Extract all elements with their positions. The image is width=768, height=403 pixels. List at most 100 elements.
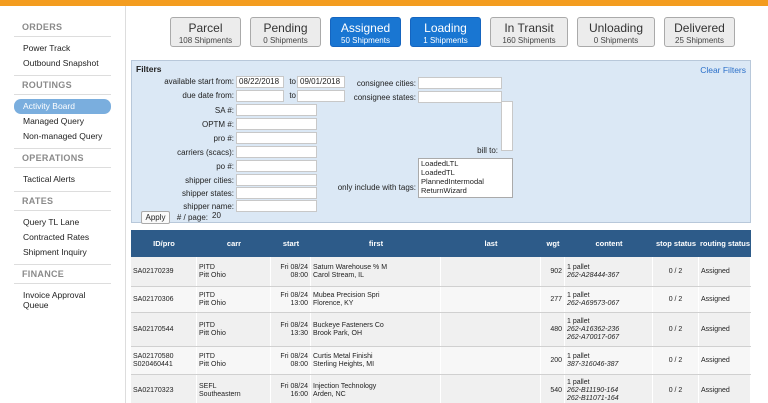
consignee-cities-field[interactable] — [418, 77, 502, 89]
tab-pending[interactable]: Pending 0 Shipments — [250, 17, 321, 47]
cell-first: Mubea Precision Spri Florence, KY — [311, 287, 441, 312]
col-header-first[interactable]: first — [311, 230, 441, 257]
apply-button[interactable]: Apply — [141, 211, 170, 224]
tab-assigned[interactable]: Assigned 50 Shipments — [330, 17, 401, 47]
cell-last — [441, 257, 541, 286]
content-part: 262-B11190-164 — [567, 386, 619, 394]
tags-select[interactable]: LoadedLTL LoadedTL PlannedIntermodal Ret… — [418, 158, 513, 198]
sidebar-item-shipment-inquiry[interactable]: Shipment Inquiry — [14, 245, 111, 260]
sidebar-item-outbound-snapshot[interactable]: Outbound Snapshot — [14, 56, 111, 71]
col-header-id[interactable]: ID/pro — [131, 230, 197, 257]
sidebar-item-managed-query[interactable]: Managed Query — [14, 114, 111, 129]
shipper-name-field[interactable] — [236, 200, 317, 212]
col-header-carr[interactable]: carr — [197, 230, 271, 257]
tab-count: 50 Shipments — [341, 36, 390, 45]
tab-unloading[interactable]: Unloading 0 Shipments — [577, 17, 655, 47]
table-row[interactable]: SA02170544 PITD Pitt Ohio Fri 08/24 13:30 Buc… — [131, 313, 751, 347]
sidebar-item-invoice-approval-queue[interactable]: Invoice Approval Queue — [14, 288, 111, 312]
col-header-content[interactable]: content — [565, 230, 653, 257]
tag-option[interactable]: LoadedTL — [421, 168, 512, 177]
tab-delivered[interactable]: Delivered 25 Shipments — [664, 17, 735, 47]
row-id[interactable]: SA02170239 — [133, 268, 194, 276]
tab-title: Unloading — [588, 21, 644, 35]
sidebar-item-contracted-rates[interactable]: Contracted Rates — [14, 230, 111, 245]
consignee-states-field[interactable] — [418, 91, 502, 103]
routing-status: Assigned — [701, 386, 730, 394]
cell-routing-status: Assigned — [699, 375, 751, 403]
consignee-states-label: consignee states: — [353, 93, 416, 102]
clear-filters-link[interactable]: Clear Filters — [700, 65, 746, 75]
shipper-cities-field[interactable] — [236, 174, 317, 186]
pro-field[interactable] — [236, 132, 317, 144]
optm-field[interactable] — [236, 118, 317, 130]
sidebar-item-tactical-alerts[interactable]: Tactical Alerts — [14, 172, 111, 187]
stop-status: 0 / 2 — [668, 295, 683, 303]
first-stop-name: Injection Technology — [313, 382, 377, 390]
carrier-name: Pitt Ohio — [199, 329, 226, 337]
weight: 277 — [550, 295, 562, 303]
cell-carr: SEFL Southeastern — [197, 375, 271, 403]
sa-field[interactable] — [236, 104, 317, 116]
tab-title: In Transit — [504, 21, 554, 35]
cell-stop-status: 0 / 2 — [653, 313, 699, 346]
col-header-start[interactable]: start — [271, 230, 311, 257]
cell-last — [441, 313, 541, 346]
cell-stop-status: 0 / 2 — [653, 375, 699, 403]
cell-content: 1 pallet 387-316046-387 — [565, 347, 653, 374]
cell-content: 1 pallet 262-A69573-067 — [565, 287, 653, 312]
col-header-last[interactable]: last — [441, 230, 541, 257]
tab-count: 160 Shipments — [502, 36, 556, 45]
col-header-wgt[interactable]: wgt — [541, 230, 565, 257]
cell-start: Fri 08/24 13:30 — [271, 313, 311, 346]
tab-in-transit[interactable]: In Transit 160 Shipments — [490, 17, 568, 47]
carriers-field[interactable] — [236, 146, 317, 158]
carriers-label: carriers (scacs): — [177, 148, 234, 157]
sidebar-item-non-managed-query[interactable]: Non-managed Query — [14, 129, 111, 144]
available-start-from-field[interactable]: 08/22/2018 — [236, 76, 284, 88]
due-date-from-field[interactable] — [236, 90, 284, 102]
cell-start: Fri 08/24 08:00 — [271, 257, 311, 286]
row-id[interactable]: SA02170306 — [133, 296, 194, 304]
per-page-field[interactable]: 20 — [210, 211, 226, 223]
cell-stop-status: 0 / 2 — [653, 287, 699, 312]
po-field[interactable] — [236, 160, 317, 172]
stop-status: 0 / 2 — [668, 386, 683, 394]
first-stop-name: Mubea Precision Spri — [313, 291, 380, 299]
sa-label: SA #: — [214, 106, 234, 115]
table-row[interactable]: SA02170239 PITD Pitt Ohio Fri 08/24 08:00 Sat… — [131, 257, 751, 287]
row-id[interactable]: SA02170544 — [133, 326, 194, 334]
sidebar-section-routings: ROUTINGS — [14, 75, 111, 95]
tag-option[interactable]: PlannedIntermodal — [421, 177, 512, 186]
tab-loading[interactable]: Loading 1 Shipments — [410, 17, 481, 47]
cell-last — [441, 287, 541, 312]
table-row[interactable]: SA02170580 S020460441 PITD Pitt Ohio Fri 08/… — [131, 347, 751, 375]
col-header-stop-status[interactable]: stop status — [653, 230, 699, 257]
shipper-states-field[interactable] — [236, 187, 317, 199]
stop-status: 0 / 2 — [668, 356, 683, 364]
row-id[interactable]: SA02170323 — [133, 387, 194, 395]
start-time: 13:30 — [290, 329, 308, 337]
col-header-routing-status[interactable]: routing status — [699, 230, 751, 257]
bill-to-field[interactable] — [501, 101, 513, 151]
sidebar-item-label: Queue — [23, 300, 49, 310]
tag-option[interactable]: ReturnWizard — [421, 186, 512, 195]
filters-panel: Filters Clear Filters available start fr… — [131, 60, 751, 224]
table-row[interactable]: SA02170323 SEFL Southeastern Fri 08/24 16:00… — [131, 375, 751, 403]
table-header: ID/pro carr start first last wgt content… — [131, 230, 751, 257]
content-qty: 1 pallet — [567, 317, 590, 325]
cell-start: Fri 08/24 13:00 — [271, 287, 311, 312]
cell-routing-status: Assigned — [699, 347, 751, 374]
cell-last — [441, 347, 541, 374]
per-page-label: # / page: — [176, 213, 208, 222]
start-time: 13:00 — [290, 299, 308, 307]
due-date-label: due date from: — [182, 91, 234, 100]
sidebar-item-query-tl-lane[interactable]: Query TL Lane — [14, 215, 111, 230]
tag-option[interactable]: LoadedLTL — [421, 159, 512, 168]
row-id[interactable]: SA02170580 — [133, 353, 194, 361]
status-tabs: Parcel 108 Shipments Pending 0 Shipments A… — [170, 17, 735, 47]
cell-carr: PITD Pitt Ohio — [197, 347, 271, 374]
tab-parcel[interactable]: Parcel 108 Shipments — [170, 17, 241, 47]
table-row[interactable]: SA02170306 PITD Pitt Ohio Fri 08/24 13:00 Mub… — [131, 287, 751, 313]
sidebar-item-power-track[interactable]: Power Track — [14, 41, 111, 56]
sidebar-item-activity-board[interactable]: Activity Board — [14, 99, 111, 114]
